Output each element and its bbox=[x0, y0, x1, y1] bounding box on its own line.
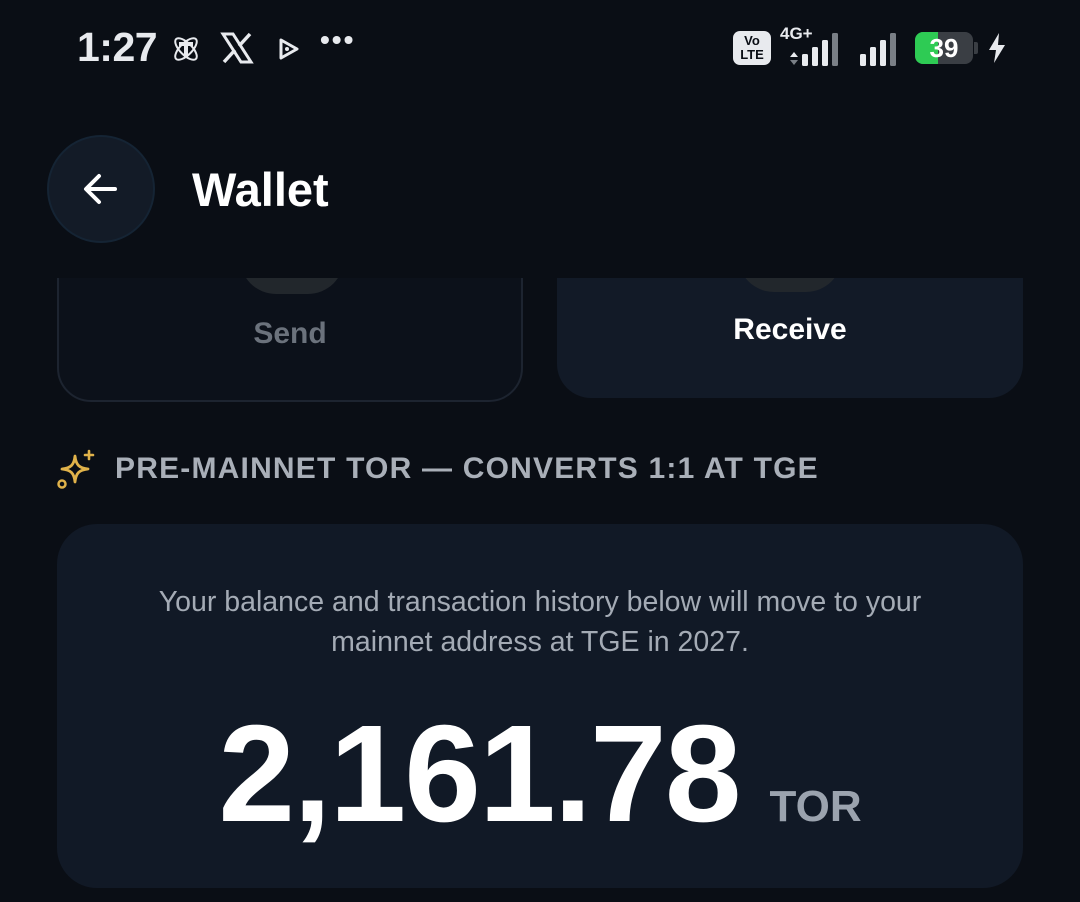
status-time: 1:27 bbox=[77, 24, 158, 70]
tor-app-icon bbox=[170, 33, 202, 65]
battery-cap bbox=[974, 42, 978, 54]
page-title: Wallet bbox=[192, 163, 329, 216]
more-notifications-indicator: ••• bbox=[320, 24, 356, 55]
signal-strength-icon-sim2 bbox=[858, 32, 904, 66]
battery-level: 39 bbox=[929, 33, 959, 63]
receive-label: Receive bbox=[733, 313, 847, 346]
charging-bolt-icon bbox=[986, 32, 1008, 64]
volte-line-2: LTE bbox=[740, 47, 764, 62]
app-header: Wallet bbox=[0, 100, 1080, 278]
balance-row: 2,161.78 TOR bbox=[57, 704, 1023, 844]
x-icon bbox=[220, 31, 254, 65]
status-bar: 1:27 ••• Vo LTE 4G+ 39 bbox=[0, 0, 1080, 100]
arrow-left-icon bbox=[84, 174, 117, 204]
send-label: Send bbox=[253, 317, 327, 350]
play-icon bbox=[278, 38, 300, 60]
sparkle-icon bbox=[57, 449, 95, 489]
battery-body: 39 bbox=[915, 32, 973, 64]
volte-badge: Vo LTE bbox=[733, 31, 771, 65]
balance-note: Your balance and transaction history bel… bbox=[158, 586, 922, 658]
volte-line-1: Vo bbox=[744, 33, 760, 48]
back-button[interactable] bbox=[47, 135, 155, 243]
wallet-screen: 1:27 ••• Vo LTE 4G+ 39 Send Receive Wall… bbox=[0, 0, 1080, 902]
pre-mainnet-heading: PRE-MAINNET TOR — CONVERTS 1:1 AT TGE bbox=[55, 448, 819, 490]
balance-amount: 2,161.78 bbox=[218, 697, 741, 851]
balance-unit: TOR bbox=[769, 782, 862, 831]
battery-indicator: 39 bbox=[915, 32, 979, 64]
signal-strength-icon bbox=[788, 32, 848, 66]
balance-card: Your balance and transaction history bel… bbox=[57, 524, 1023, 888]
section-heading-text: PRE-MAINNET TOR — CONVERTS 1:1 AT TGE bbox=[115, 452, 819, 485]
